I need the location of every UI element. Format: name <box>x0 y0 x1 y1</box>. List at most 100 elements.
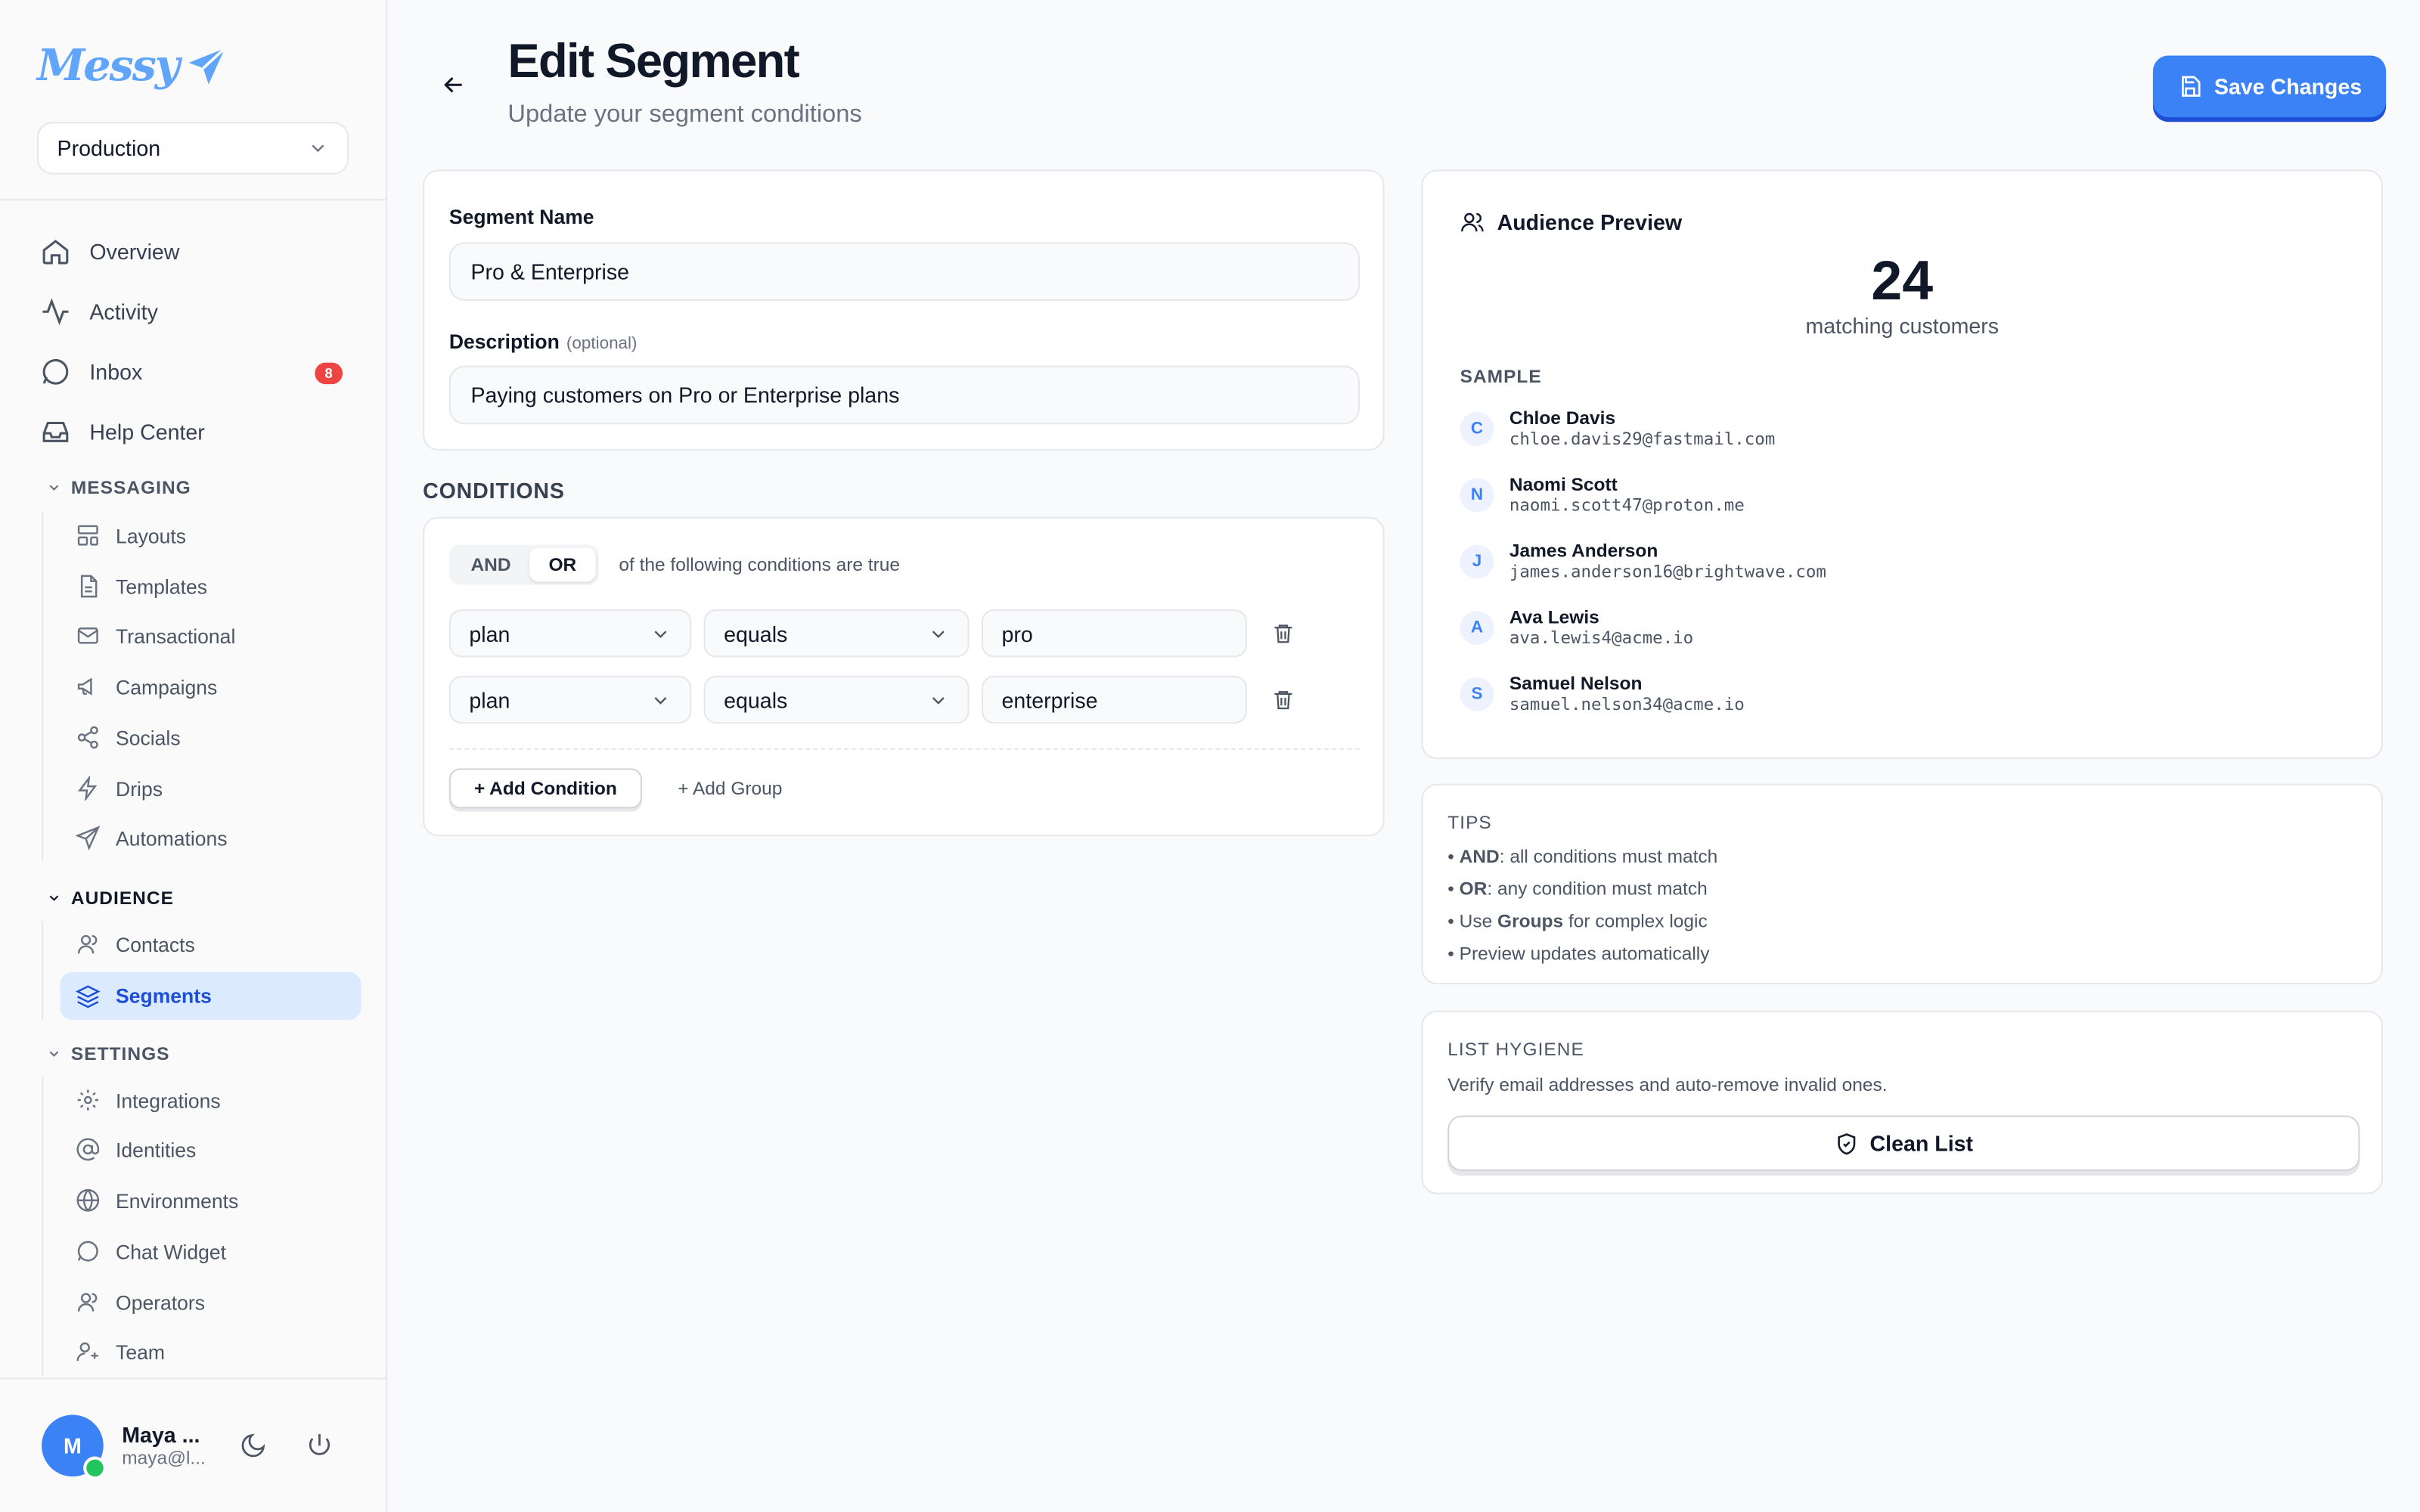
contact-name: James Anderson <box>1509 540 1658 562</box>
tip-item: • Preview updates automatically <box>1447 942 1710 965</box>
section-audience[interactable]: AUDIENCE <box>46 887 174 909</box>
condition-field-select[interactable]: plan <box>448 609 692 658</box>
sidebar-item-environments[interactable]: Environments <box>76 1188 238 1213</box>
sample-contact[interactable]: N Naomi Scott naomi.scott47@proton.me <box>1460 474 1745 516</box>
sample-title: SAMPLE <box>1460 365 1542 388</box>
sidebar: Messy Production Overview Activity Inbox… <box>0 0 388 1512</box>
matching-label: matching customers <box>1805 313 2000 338</box>
gear-icon <box>77 1089 98 1111</box>
condition-operator-select[interactable]: equals <box>703 675 970 724</box>
audience-preview-card: Audience Preview 24 matching customers S… <box>1421 169 2383 760</box>
chevron-down-icon <box>654 630 667 638</box>
paper-plane-icon <box>188 46 225 84</box>
section-title: SETTINGS <box>70 1043 170 1065</box>
chevron-down-icon <box>49 1051 59 1057</box>
user-profile[interactable]: M Maya ... maya@l... <box>42 1414 206 1480</box>
sidebar-item-chat-widget[interactable]: Chat Widget <box>76 1239 226 1264</box>
sidebar-item-transactional[interactable]: Transactional <box>76 623 235 648</box>
save-label: Save Changes <box>2214 73 2363 99</box>
megaphone-icon <box>77 677 92 696</box>
shield-check-icon <box>1837 1132 1855 1154</box>
preview-header: Audience Preview <box>1460 209 1683 235</box>
list-hygiene-card: LIST HYGIENE Verify email addresses and … <box>1421 1010 2383 1194</box>
send-icon <box>75 826 101 850</box>
sidebar-item-label: Identities <box>116 1138 197 1161</box>
hygiene-text: Verify email addresses and auto-remove i… <box>1447 1074 1888 1095</box>
contact-initial: C <box>1460 411 1494 445</box>
clean-list-button[interactable]: Clean List <box>1447 1115 2360 1171</box>
contact-initial: S <box>1460 676 1494 711</box>
sample-contact[interactable]: C Chloe Davis chloe.davis29@fastmail.com <box>1460 407 1775 449</box>
chat-bubble-icon <box>77 1241 98 1262</box>
sidebar-item-team[interactable]: Team <box>76 1339 165 1364</box>
condition-field-select[interactable]: plan <box>448 675 692 724</box>
section-title: AUDIENCE <box>70 887 174 909</box>
condition-operator-select[interactable]: equals <box>703 609 970 658</box>
layers-icon <box>75 984 101 1008</box>
tip-keyword: OR <box>1459 878 1488 900</box>
or-toggle[interactable]: OR <box>529 547 596 582</box>
back-arrow-icon[interactable] <box>440 71 468 99</box>
section-settings[interactable]: SETTINGS <box>46 1043 170 1065</box>
power-icon[interactable] <box>306 1432 334 1460</box>
add-group-button[interactable]: + Add Group <box>666 768 795 808</box>
sample-contact[interactable]: S Samuel Nelson samuel.nelson34@acme.io <box>1460 673 1745 714</box>
user-name: Maya ... <box>122 1422 200 1448</box>
layout-icon <box>77 525 98 546</box>
tip-text: : all conditions must match <box>1499 845 1718 867</box>
sidebar-item-drips[interactable]: Drips <box>76 776 163 801</box>
save-changes-button[interactable]: Save Changes <box>2152 55 2387 118</box>
trash-icon[interactable] <box>1272 621 1295 645</box>
segment-name-input[interactable]: Pro & Enterprise <box>448 242 1360 301</box>
sidebar-item-label: Layouts <box>116 523 187 547</box>
nav-inbox[interactable]: Inbox <box>40 356 142 387</box>
select-value: equals <box>724 621 788 646</box>
sidebar-item-segments[interactable]: Segments <box>60 971 361 1020</box>
sidebar-item-contacts[interactable]: Contacts <box>76 932 195 957</box>
file-icon <box>80 575 98 598</box>
trash-icon[interactable] <box>1272 688 1295 711</box>
sidebar-item-socials[interactable]: Socials <box>76 725 181 750</box>
user-team-icon <box>76 1342 98 1362</box>
condition-value-input[interactable]: enterprise <box>981 675 1247 724</box>
sidebar-item-automations[interactable]: Automations <box>75 826 228 850</box>
select-value: plan <box>469 687 510 712</box>
logo[interactable]: Messy <box>37 40 228 91</box>
save-icon <box>2181 76 2200 97</box>
section-messaging[interactable]: MESSAGING <box>46 477 191 498</box>
nav-help-center[interactable]: Help Center <box>40 417 205 448</box>
conditions-suffix: of the following conditions are true <box>619 553 901 576</box>
nav-activity[interactable]: Activity <box>40 296 158 327</box>
sidebar-item-identities[interactable]: Identities <box>76 1137 196 1162</box>
sidebar-item-label: Chat Widget <box>116 1239 227 1263</box>
description-label: Description <box>448 330 560 354</box>
sample-contact[interactable]: A Ava Lewis ava.lewis4@acme.io <box>1460 606 1693 648</box>
environment-value: Production <box>57 135 161 161</box>
chevron-down-icon <box>49 485 59 491</box>
sidebar-item-integrations[interactable]: Integrations <box>76 1088 221 1113</box>
sample-contact[interactable]: J James Anderson james.anderson16@brightw… <box>1460 540 1826 581</box>
condition-value-input[interactable]: pro <box>981 609 1247 658</box>
tip-item: • OR: any condition must match <box>1447 878 1708 900</box>
sidebar-item-campaigns[interactable]: Campaigns <box>76 674 217 699</box>
description-label-row: Description (optional) <box>449 329 638 357</box>
add-condition-button[interactable]: + Add Condition <box>448 768 642 809</box>
environment-select[interactable]: Production <box>36 122 349 175</box>
and-toggle[interactable]: AND <box>452 547 529 581</box>
nav-overview[interactable]: Overview <box>40 236 179 267</box>
sidebar-item-label: Integrations <box>116 1088 221 1112</box>
optional-hint: (optional) <box>566 334 638 354</box>
description-input[interactable]: Paying customers on Pro or Enterprise pl… <box>448 365 1360 425</box>
moon-icon[interactable] <box>239 1432 267 1460</box>
tip-text: Use <box>1459 910 1498 932</box>
sidebar-item-templates[interactable]: Templates <box>76 574 207 599</box>
users-icon <box>1461 212 1484 232</box>
contact-email: samuel.nelson34@acme.io <box>1509 694 1745 714</box>
sidebar-item-operators[interactable]: Operators <box>76 1290 205 1315</box>
sidebar-item-label: Campaigns <box>116 674 218 699</box>
sidebar-item-layouts[interactable]: Layouts <box>76 523 186 548</box>
tips-title: TIPS <box>1447 811 1492 834</box>
tips-card: TIPS • AND: all conditions must match • … <box>1421 783 2383 985</box>
hygiene-title: LIST HYGIENE <box>1447 1038 1584 1061</box>
preview-title: Audience Preview <box>1497 209 1683 235</box>
